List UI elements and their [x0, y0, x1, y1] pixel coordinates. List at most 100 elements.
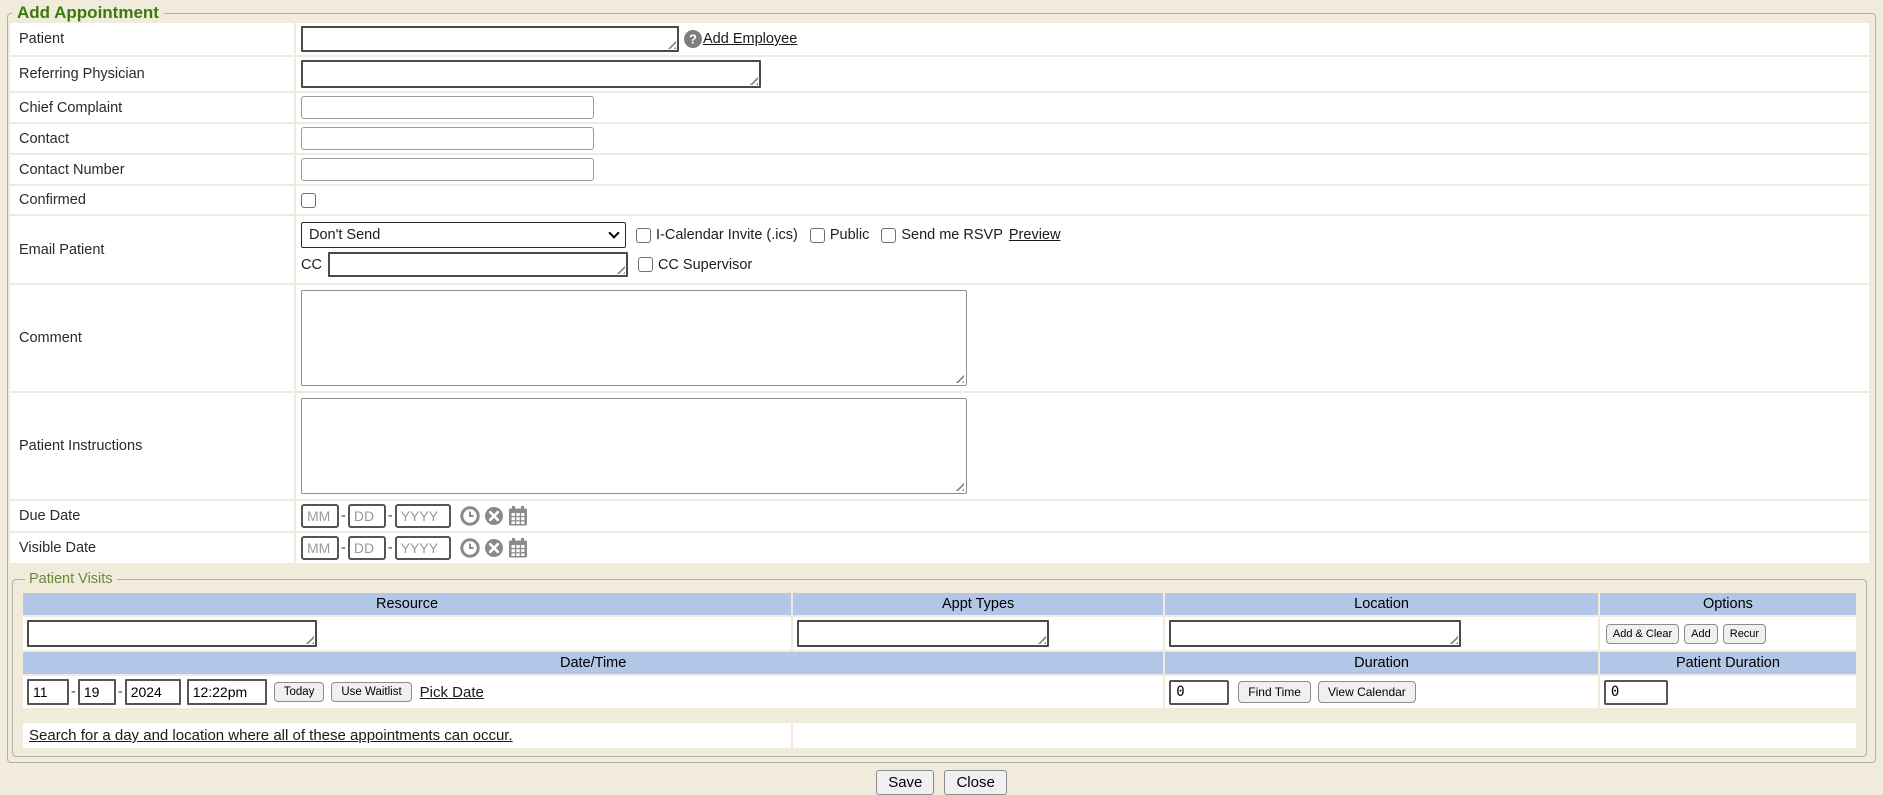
search-day-location-link[interactable]: Search for a day and location where all …: [29, 727, 513, 744]
help-icon[interactable]: ?: [683, 29, 703, 49]
patient-duration-input[interactable]: [1604, 680, 1668, 705]
datetime-header: Date/Time: [23, 652, 1163, 674]
duration-input[interactable]: [1169, 680, 1229, 705]
email-send-selected-option: Don't Send: [309, 227, 380, 243]
page-title: Add Appointment: [12, 3, 164, 23]
appointment-form: Patient ? Add Employee Referring Physici…: [10, 23, 1869, 563]
contact-row: Contact: [10, 124, 1869, 153]
search-row-empty-cell: [793, 723, 1856, 748]
options-header: Options: [1600, 593, 1856, 615]
patient-instructions-label: Patient Instructions: [10, 393, 294, 499]
appt-types-input[interactable]: [797, 620, 1049, 647]
patient-instructions-row: Patient Instructions: [10, 393, 1869, 499]
email-send-select[interactable]: Don't Send: [301, 222, 626, 248]
visible-date-label: Visible Date: [10, 533, 294, 563]
email-patient-label: Email Patient: [10, 216, 294, 283]
confirmed-label: Confirmed: [10, 186, 294, 214]
pick-date-link[interactable]: Pick Date: [420, 684, 484, 701]
today-button[interactable]: Today: [274, 682, 325, 702]
cc-input[interactable]: [328, 252, 628, 277]
visit-day-input[interactable]: [78, 679, 116, 705]
visible-date-row: Visible Date - -: [10, 533, 1869, 563]
comment-row: Comment: [10, 285, 1869, 391]
contact-number-input[interactable]: [301, 158, 594, 181]
calendar-icon[interactable]: [508, 506, 528, 526]
contact-number-label: Contact Number: [10, 155, 294, 184]
comment-label: Comment: [10, 285, 294, 391]
patient-label: Patient: [10, 23, 294, 55]
cc-supervisor-label: CC Supervisor: [658, 257, 752, 273]
cc-supervisor-checkbox[interactable]: [638, 257, 653, 272]
add-button[interactable]: Add: [1684, 624, 1718, 644]
contact-number-row: Contact Number: [10, 155, 1869, 184]
referring-physician-input[interactable]: [301, 60, 761, 88]
preview-link[interactable]: Preview: [1009, 227, 1061, 243]
resource-cell: [23, 617, 791, 650]
view-calendar-button[interactable]: View Calendar: [1318, 681, 1416, 703]
visible-date-year-input[interactable]: [395, 536, 451, 560]
clear-date-icon[interactable]: [484, 538, 504, 558]
clear-date-icon[interactable]: [484, 506, 504, 526]
rsvp-checkbox[interactable]: [881, 228, 896, 243]
use-waitlist-button[interactable]: Use Waitlist: [331, 682, 411, 702]
date-separator: -: [388, 540, 393, 556]
search-link-cell: Search for a day and location where all …: [23, 723, 791, 748]
visit-month-input[interactable]: [27, 679, 69, 705]
location-input[interactable]: [1169, 620, 1461, 647]
comment-textarea[interactable]: [301, 290, 967, 386]
add-appointment-section: Add Appointment Patient ? Add Employee R…: [7, 3, 1876, 763]
ical-invite-label: I-Calendar Invite (.ics): [656, 227, 798, 243]
chevron-down-icon: [608, 227, 619, 238]
contact-label: Contact: [10, 124, 294, 153]
patient-instructions-textarea[interactable]: [301, 398, 967, 494]
options-cell: Add & Clear Add Recur: [1600, 617, 1856, 650]
contact-input[interactable]: [301, 127, 594, 150]
time-icon[interactable]: [460, 506, 480, 526]
visit-time-input[interactable]: [187, 679, 267, 705]
visible-date-day-input[interactable]: [348, 536, 386, 560]
patient-visits-section: Patient Visits Resource Appt Types Locat…: [12, 571, 1867, 757]
svg-text:?: ?: [689, 32, 697, 47]
visit-datetime-cell: - - Today Use Waitlist Pick Date: [23, 676, 1163, 708]
appt-types-cell: [793, 617, 1163, 650]
referring-physician-label: Referring Physician: [10, 57, 294, 91]
find-time-button[interactable]: Find Time: [1238, 681, 1311, 703]
search-row: Search for a day and location where all …: [23, 723, 1856, 748]
public-checkbox[interactable]: [810, 228, 825, 243]
location-cell: [1165, 617, 1598, 650]
due-date-label: Due Date: [10, 501, 294, 531]
due-date-day-input[interactable]: [348, 504, 386, 528]
resource-header: Resource: [23, 593, 791, 615]
save-button[interactable]: Save: [876, 770, 934, 795]
patient-visits-table: Resource Appt Types Location Options Add…: [23, 593, 1856, 708]
close-button[interactable]: Close: [944, 770, 1006, 795]
visit-year-input[interactable]: [125, 679, 181, 705]
chief-complaint-input[interactable]: [301, 96, 594, 119]
duration-header: Duration: [1165, 652, 1598, 674]
add-and-clear-button[interactable]: Add & Clear: [1606, 624, 1679, 644]
public-label: Public: [830, 227, 870, 243]
table-spacer: [19, 708, 1860, 721]
date-separator: -: [388, 508, 393, 524]
chief-complaint-label: Chief Complaint: [10, 93, 294, 122]
patient-visits-legend: Patient Visits: [25, 571, 117, 587]
time-icon[interactable]: [460, 538, 480, 558]
chief-complaint-row: Chief Complaint: [10, 93, 1869, 122]
patient-row: Patient ? Add Employee: [10, 23, 1869, 55]
calendar-icon[interactable]: [508, 538, 528, 558]
date-separator: -: [71, 684, 76, 700]
confirmed-checkbox[interactable]: [301, 193, 316, 208]
email-patient-row: Email Patient Don't Send I-Calendar Invi…: [10, 216, 1869, 283]
patient-input[interactable]: [301, 26, 679, 52]
visible-date-month-input[interactable]: [301, 536, 339, 560]
patient-duration-header: Patient Duration: [1600, 652, 1856, 674]
referring-physician-row: Referring Physician: [10, 57, 1869, 91]
add-employee-link[interactable]: Add Employee: [703, 31, 797, 47]
ical-invite-checkbox[interactable]: [636, 228, 651, 243]
due-date-month-input[interactable]: [301, 504, 339, 528]
recur-button[interactable]: Recur: [1723, 624, 1766, 644]
due-date-row: Due Date - -: [10, 501, 1869, 531]
due-date-year-input[interactable]: [395, 504, 451, 528]
visit-duration-cell: Find Time View Calendar: [1165, 676, 1598, 708]
resource-input[interactable]: [27, 620, 317, 647]
